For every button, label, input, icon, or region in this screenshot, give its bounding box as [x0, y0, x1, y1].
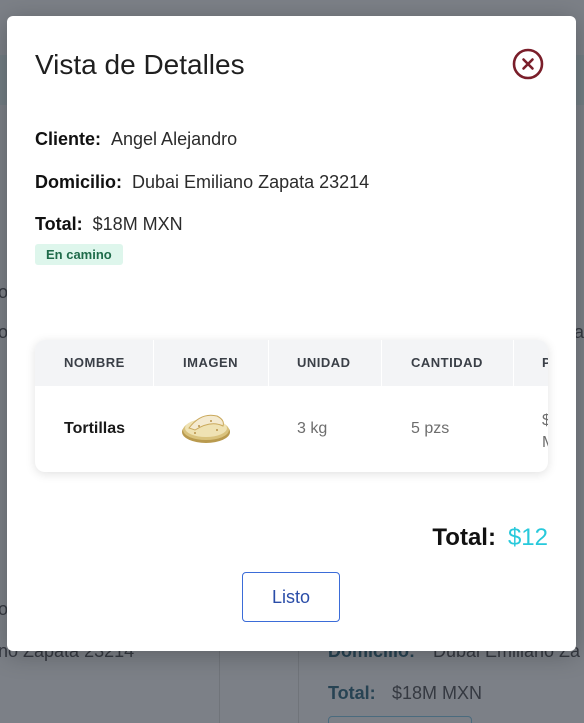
products-table: NOMBRE IMAGEN UNIDAD CANTIDAD P Tortilla… — [35, 340, 548, 472]
listo-button[interactable]: Listo — [242, 572, 340, 622]
column-header-unidad: UNIDAD — [297, 355, 351, 370]
grand-total-value: $12 — [507, 524, 548, 551]
domicilio-label: Domicilio: — [35, 172, 123, 192]
cliente-row: Cliente: Angel Alejandro — [35, 129, 237, 150]
header-separator — [381, 340, 382, 386]
domicilio-value: Dubai Emiliano Zapata 23214 — [132, 172, 370, 192]
total-value: $18M MXN — [92, 214, 183, 234]
column-header-nombre: NOMBRE — [64, 355, 125, 370]
cell-precio-line2: M — [542, 432, 548, 454]
table-header: NOMBRE IMAGEN UNIDAD CANTIDAD P — [35, 340, 548, 386]
status-badge: En camino — [35, 244, 123, 265]
header-separator — [513, 340, 514, 386]
cell-cantidad: 5 pzs — [411, 420, 450, 437]
cliente-label: Cliente: — [35, 129, 102, 149]
column-header-cantidad: CANTIDAD — [411, 355, 483, 370]
cell-precio-line1: $ — [542, 412, 548, 429]
total-label: Total: — [35, 214, 83, 234]
cell-precio: $ M — [542, 410, 548, 472]
cliente-value: Angel Alejandro — [111, 129, 238, 149]
header-separator — [268, 340, 269, 386]
close-button[interactable] — [512, 48, 544, 80]
total-row: Total: $18M MXN — [35, 214, 183, 235]
grand-total-label: Total: — [432, 524, 496, 551]
modal-title: Vista de Detalles — [35, 49, 245, 80]
column-header-precio: P — [542, 355, 548, 370]
column-header-imagen: IMAGEN — [183, 355, 238, 370]
cell-nombre: Tortillas — [64, 420, 126, 437]
cell-unidad: 3 kg — [297, 420, 328, 437]
tortillas-image — [182, 414, 230, 443]
header-separator — [153, 340, 154, 386]
grand-total: Total: $12 — [432, 524, 548, 552]
details-modal: Vista de Detalles Cliente: Angel Alejandr… — [7, 16, 576, 651]
domicilio-row: Domicilio: Dubai Emiliano Zapata 23214 — [35, 172, 369, 193]
close-circle-icon — [512, 48, 544, 80]
